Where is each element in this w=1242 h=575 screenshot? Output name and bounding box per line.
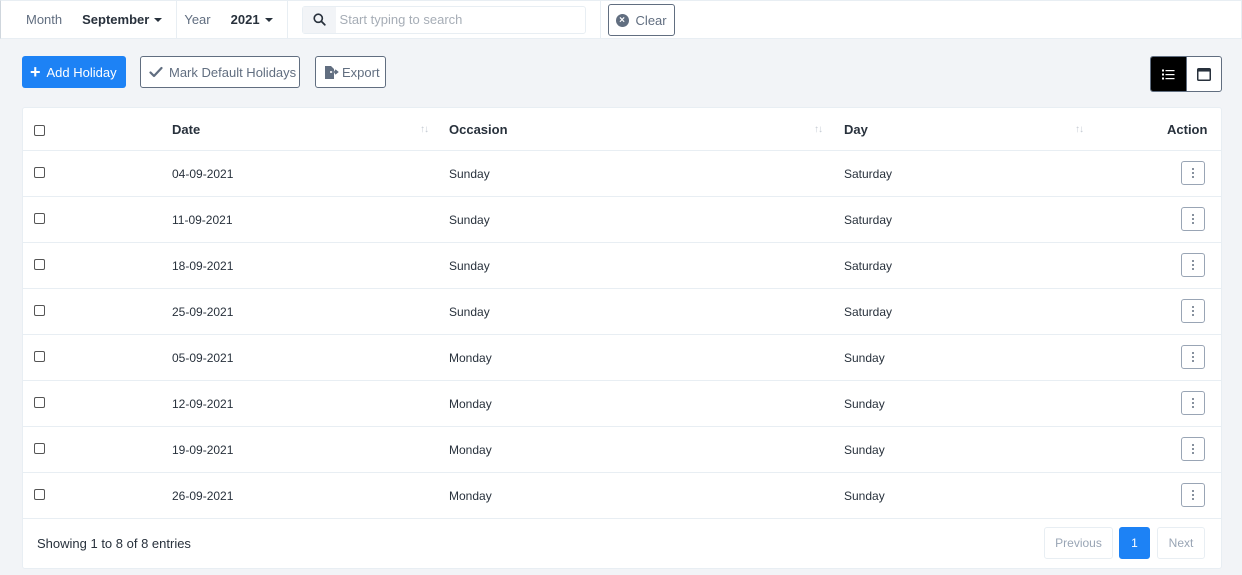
cell-day: Saturday bbox=[844, 166, 893, 181]
row-actions-button[interactable] bbox=[1181, 483, 1205, 507]
cell-occasion: Sunday bbox=[449, 258, 490, 273]
search-area bbox=[288, 1, 601, 38]
row-checkbox[interactable] bbox=[34, 167, 45, 178]
table-row: 18-09-2021 Sunday Saturday bbox=[23, 243, 1221, 289]
calendar-view-button[interactable] bbox=[1185, 57, 1221, 91]
cell-occasion: Sunday bbox=[449, 304, 490, 319]
mark-default-holidays-label: Mark Default Holidays bbox=[169, 64, 297, 80]
table-row: 19-09-2021 Monday Sunday bbox=[23, 427, 1221, 473]
sort-icon[interactable]: ↑↓ bbox=[1075, 108, 1084, 150]
sort-icon[interactable]: ↑↓ bbox=[420, 108, 429, 150]
row-actions-button[interactable] bbox=[1181, 391, 1205, 415]
view-toggle bbox=[1150, 56, 1222, 92]
export-label: Export bbox=[342, 64, 380, 80]
cell-day: Saturday bbox=[844, 258, 893, 273]
cell-date: 25-09-2021 bbox=[172, 304, 234, 319]
row-actions-button[interactable] bbox=[1181, 161, 1205, 185]
previous-page-button[interactable]: Previous bbox=[1044, 527, 1113, 559]
add-holiday-button[interactable]: + Add Holiday bbox=[22, 56, 126, 88]
column-header-day[interactable]: Day bbox=[844, 108, 868, 150]
cell-day: Saturday bbox=[844, 212, 893, 227]
cell-occasion: Monday bbox=[449, 488, 492, 503]
year-filter-label: Year bbox=[184, 12, 211, 27]
table-header: Date ↑↓ Occasion ↑↓ Day ↑↓ Action bbox=[23, 108, 1221, 151]
file-export-icon bbox=[325, 65, 339, 79]
sort-icon[interactable]: ↑↓ bbox=[814, 108, 823, 150]
month-filter-label: Month bbox=[26, 12, 63, 27]
table-row: 05-09-2021 Monday Sunday bbox=[23, 335, 1221, 381]
table-row: 25-09-2021 Sunday Saturday bbox=[23, 289, 1221, 335]
next-page-button[interactable]: Next bbox=[1157, 527, 1205, 559]
row-checkbox[interactable] bbox=[34, 259, 45, 270]
search-box bbox=[301, 5, 586, 34]
cell-day: Sunday bbox=[844, 442, 885, 457]
cell-occasion: Sunday bbox=[449, 212, 490, 227]
entries-info: Showing 1 to 8 of 8 entries bbox=[37, 536, 191, 551]
chevron-down-icon bbox=[154, 17, 163, 22]
page-1-button[interactable]: 1 bbox=[1119, 527, 1150, 559]
month-select-value: September bbox=[82, 12, 150, 27]
export-button[interactable]: Export bbox=[315, 56, 386, 88]
cell-occasion: Monday bbox=[449, 442, 492, 457]
row-actions-button[interactable] bbox=[1181, 299, 1205, 323]
row-actions-button[interactable] bbox=[1181, 437, 1205, 461]
row-checkbox[interactable] bbox=[34, 489, 45, 500]
table-row: 26-09-2021 Monday Sunday bbox=[23, 473, 1221, 519]
table-row: 12-09-2021 Monday Sunday bbox=[23, 381, 1221, 427]
table-row: 04-09-2021 Sunday Saturday bbox=[23, 151, 1221, 197]
cell-day: Sunday bbox=[844, 350, 885, 365]
list-view-button[interactable] bbox=[1151, 57, 1186, 91]
check-icon bbox=[149, 66, 163, 78]
year-filter[interactable]: Year 2021 bbox=[177, 1, 288, 38]
cell-occasion: Monday bbox=[449, 396, 492, 411]
search-icon bbox=[302, 6, 336, 33]
select-all-checkbox[interactable] bbox=[34, 125, 45, 136]
cell-day: Sunday bbox=[844, 396, 885, 411]
calendar-icon bbox=[1196, 67, 1211, 81]
filter-bar: Month September Year 2021 × Clear bbox=[0, 0, 1242, 39]
row-checkbox[interactable] bbox=[34, 213, 45, 224]
year-select[interactable]: 2021 bbox=[231, 12, 273, 27]
month-select[interactable]: September bbox=[82, 12, 163, 27]
row-actions-button[interactable] bbox=[1181, 345, 1205, 369]
plus-icon: + bbox=[30, 62, 41, 82]
clear-button-label: Clear bbox=[635, 12, 667, 28]
row-checkbox[interactable] bbox=[34, 351, 45, 362]
row-actions-button[interactable] bbox=[1181, 253, 1205, 277]
cell-date: 12-09-2021 bbox=[172, 396, 234, 411]
row-checkbox[interactable] bbox=[34, 443, 45, 454]
cell-date: 26-09-2021 bbox=[172, 488, 234, 503]
cell-date: 05-09-2021 bbox=[172, 350, 234, 365]
year-select-value: 2021 bbox=[230, 12, 260, 27]
cell-date: 19-09-2021 bbox=[172, 442, 234, 457]
add-holiday-label: Add Holiday bbox=[46, 64, 117, 80]
column-header-date[interactable]: Date bbox=[172, 108, 200, 150]
holiday-table: Date ↑↓ Occasion ↑↓ Day ↑↓ Action 04-09-… bbox=[22, 107, 1222, 569]
close-circle-icon: × bbox=[615, 13, 629, 27]
search-input[interactable] bbox=[335, 12, 576, 27]
table-row: 11-09-2021 Sunday Saturday bbox=[23, 197, 1221, 243]
cell-date: 04-09-2021 bbox=[172, 166, 234, 181]
month-filter[interactable]: Month September bbox=[1, 1, 178, 38]
mark-default-holidays-button[interactable]: Mark Default Holidays bbox=[140, 56, 300, 88]
column-header-occasion[interactable]: Occasion bbox=[449, 108, 508, 150]
cell-occasion: Monday bbox=[449, 350, 492, 365]
cell-date: 18-09-2021 bbox=[172, 258, 234, 273]
row-checkbox[interactable] bbox=[34, 305, 45, 316]
chevron-down-icon bbox=[264, 17, 273, 22]
clear-button[interactable]: × Clear bbox=[607, 4, 675, 36]
cell-day: Saturday bbox=[844, 304, 893, 319]
row-actions-button[interactable] bbox=[1181, 207, 1205, 231]
cell-occasion: Sunday bbox=[449, 166, 490, 181]
cell-date: 11-09-2021 bbox=[172, 212, 233, 227]
column-header-action: Action bbox=[1167, 121, 1208, 137]
row-checkbox[interactable] bbox=[34, 397, 45, 408]
cell-day: Sunday bbox=[844, 488, 885, 503]
list-icon bbox=[1161, 69, 1175, 79]
